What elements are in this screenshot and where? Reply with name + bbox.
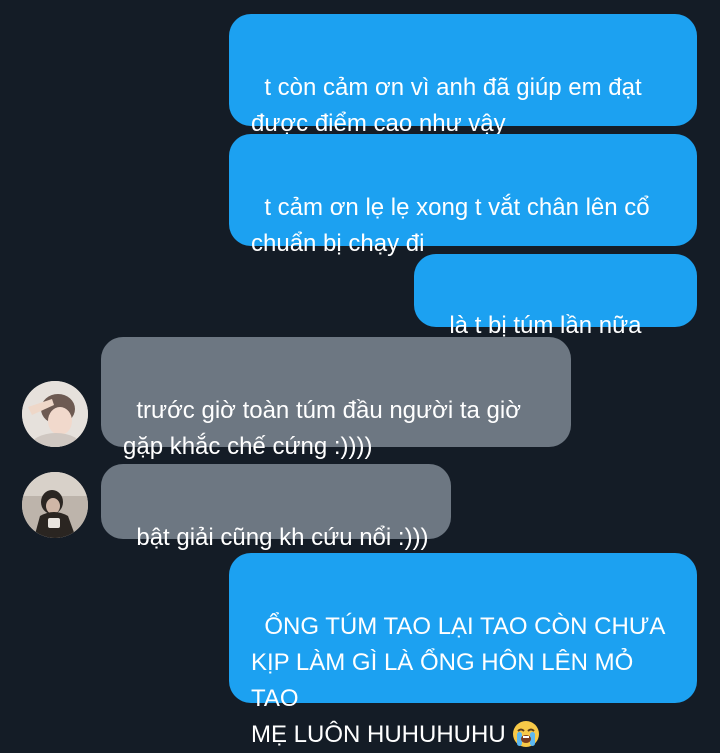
message-text: t cảm ơn lẹ lẹ xong t vắt chân lên cổ ch… bbox=[251, 194, 650, 257]
avatar-photo-icon bbox=[22, 381, 88, 447]
message-text: ỔNG TÚM TAO LẠI TAO CÒN CHƯA KỊP LÀM GÌ … bbox=[251, 613, 666, 748]
outgoing-message-bubble[interactable]: là t bị túm lần nữa bbox=[414, 254, 697, 374]
message-text: t còn cảm ơn vì anh đã giúp em đạt được … bbox=[251, 74, 642, 137]
incoming-message-bubble[interactable]: trước giờ toàn túm đầu người ta giờ gặp … bbox=[101, 337, 571, 460]
message-text: trước giờ toàn túm đầu người ta giờ gặp … bbox=[123, 397, 521, 460]
outgoing-message-bubble[interactable]: t cảm ơn lẹ lẹ xong t vắt chân lên cổ ch… bbox=[229, 134, 697, 257]
avatar-photo-icon bbox=[22, 472, 88, 538]
incoming-message-bubble[interactable]: bật giải cũng kh cứu nổi :))) bbox=[101, 464, 451, 551]
contact-avatar[interactable] bbox=[22, 472, 88, 538]
outgoing-message-bubble[interactable]: ỔNG TÚM TAO LẠI TAO CÒN CHƯA KỊP LÀM GÌ … bbox=[229, 553, 697, 748]
contact-avatar[interactable] bbox=[22, 381, 88, 447]
outgoing-message-bubble[interactable]: t còn cảm ơn vì anh đã giúp em đạt được … bbox=[229, 14, 697, 137]
crying-face-icon bbox=[512, 720, 540, 748]
message-text: bật giải cũng kh cứu nổi :))) bbox=[136, 524, 429, 551]
message-text: là t bị túm lần nữa bbox=[449, 312, 642, 339]
